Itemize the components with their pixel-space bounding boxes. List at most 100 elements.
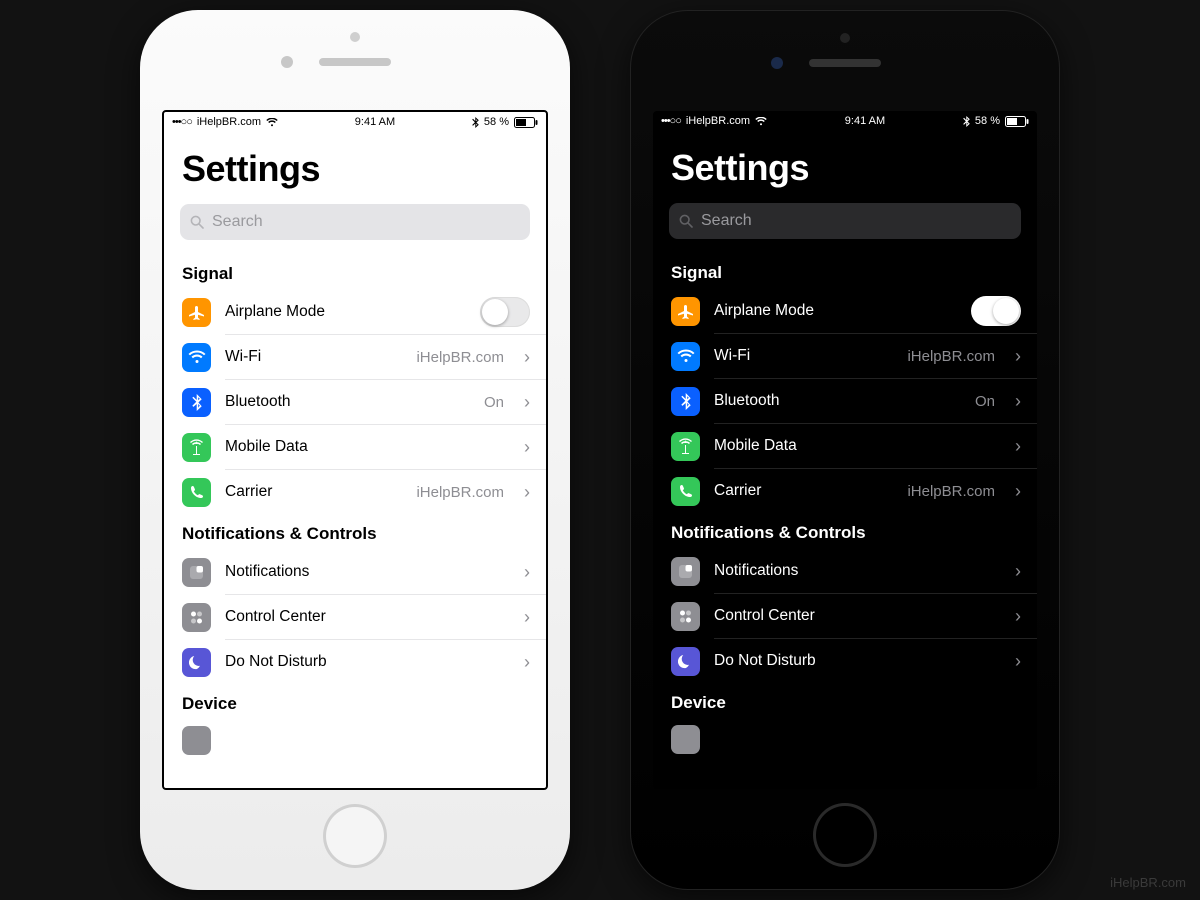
- row-label: Wi-Fi: [225, 348, 402, 366]
- battery-icon: [514, 117, 538, 128]
- moon-icon: [671, 647, 700, 676]
- row-label: Do Not Disturb: [225, 653, 504, 671]
- row-label: Carrier: [714, 482, 893, 500]
- row-label: Notifications: [225, 563, 504, 581]
- moon-icon: [182, 648, 211, 677]
- row-bluetooth[interactable]: BluetoothOn›: [653, 379, 1037, 423]
- bluetooth-status-icon: [963, 116, 970, 127]
- row-value: iHelpBR.com: [416, 484, 504, 501]
- row-control-center[interactable]: Control Center›: [164, 595, 546, 639]
- row-value: iHelpBR.com: [416, 349, 504, 366]
- row-carrier[interactable]: Carrier iHelpBR.com ›: [653, 469, 1037, 513]
- row-label: Airplane Mode: [225, 303, 466, 321]
- chevron-right-icon: ›: [1015, 606, 1021, 627]
- search-icon: [679, 214, 693, 228]
- phone-dark: •••○○ iHelpBR.com 9:41 AM 58 % Settings: [630, 10, 1060, 890]
- wifi-icon: [671, 342, 700, 371]
- chevron-right-icon: ›: [1015, 651, 1021, 672]
- chevron-right-icon: ›: [1015, 561, 1021, 582]
- toggle-knob: [482, 299, 508, 325]
- screen-dark: •••○○ iHelpBR.com 9:41 AM 58 % Settings: [653, 111, 1037, 789]
- row-do-not-disturb[interactable]: Do Not Disturb›: [164, 640, 546, 684]
- earpiece-speaker: [319, 58, 391, 66]
- row-label: Bluetooth: [225, 393, 470, 411]
- section-header-signal: Signal: [653, 253, 1037, 289]
- row-airplane-mode[interactable]: Airplane Mode: [164, 290, 546, 334]
- airplane-icon: [671, 297, 700, 326]
- row-notifications[interactable]: Notifications ›: [164, 550, 546, 594]
- row-wifi[interactable]: Wi-FiiHelpBR.com›: [653, 334, 1037, 378]
- search-icon: [190, 215, 204, 229]
- front-camera: [281, 56, 293, 68]
- search-input[interactable]: Search: [669, 203, 1021, 239]
- clock: 9:41 AM: [845, 115, 885, 127]
- notifications-icon: [671, 557, 700, 586]
- battery-pct: 58 %: [975, 115, 1000, 127]
- wifi-status-icon: [266, 118, 278, 127]
- row-label: Airplane Mode: [714, 302, 957, 320]
- chevron-right-icon: ›: [1015, 346, 1021, 367]
- section-header-signal: Signal: [164, 254, 546, 290]
- section-header-device: Device: [164, 684, 546, 720]
- battery-icon: [1005, 116, 1029, 127]
- settings-list-light: SignalAirplane ModeWi-FiiHelpBR.com›Blue…: [164, 254, 546, 755]
- control-center-icon: [182, 603, 211, 632]
- chevron-right-icon: ›: [524, 437, 530, 458]
- row-label: Do Not Disturb: [714, 652, 995, 670]
- cellular-icon: [182, 433, 211, 462]
- row-notifications[interactable]: Notifications›: [653, 549, 1037, 593]
- watermark: iHelpBR.com: [1110, 875, 1186, 890]
- signal-dots-icon: •••○○: [172, 116, 192, 128]
- home-button[interactable]: [323, 804, 387, 868]
- earpiece-speaker: [809, 59, 881, 67]
- signal-dots-icon: •••○○: [661, 115, 681, 127]
- row-do-not-disturb[interactable]: Do Not Disturb ›: [653, 639, 1037, 683]
- row-label: Mobile Data: [225, 438, 504, 456]
- chevron-right-icon: ›: [524, 392, 530, 413]
- row-label: Carrier: [225, 483, 402, 501]
- row-bluetooth[interactable]: Bluetooth On ›: [164, 380, 546, 424]
- toggle-airplane-mode[interactable]: [971, 296, 1021, 326]
- toggle-knob: [993, 298, 1019, 324]
- phone-light: •••○○ iHelpBR.com 9:41 AM 58 % Settings: [140, 10, 570, 890]
- row-value: On: [484, 394, 504, 411]
- cellular-icon: [671, 432, 700, 461]
- screen-light: •••○○ iHelpBR.com 9:41 AM 58 % Settings: [162, 110, 548, 790]
- row-value: iHelpBR.com: [907, 348, 995, 365]
- control-center-icon: [671, 602, 700, 631]
- wifi-status-icon: [755, 117, 767, 126]
- chevron-right-icon: ›: [1015, 436, 1021, 457]
- row-mobile-data[interactable]: Mobile Data›: [653, 424, 1037, 468]
- home-button[interactable]: [813, 803, 877, 867]
- row-control-center[interactable]: Control Center›: [653, 594, 1037, 638]
- row-mobile-data[interactable]: Mobile Data ›: [164, 425, 546, 469]
- status-bar: •••○○ iHelpBR.com 9:41 AM 58 %: [653, 111, 1037, 129]
- clock: 9:41 AM: [355, 116, 395, 128]
- battery-pct: 58 %: [484, 116, 509, 128]
- section-header-notifications-controls: Notifications & Controls: [164, 514, 546, 550]
- chevron-right-icon: ›: [1015, 481, 1021, 502]
- chevron-right-icon: ›: [1015, 391, 1021, 412]
- carrier-label: iHelpBR.com: [686, 115, 750, 127]
- bluetooth-icon: [671, 387, 700, 416]
- page-title: Settings: [653, 129, 1037, 203]
- search-placeholder: Search: [701, 212, 752, 230]
- phone-icon: [671, 477, 700, 506]
- section-header-device: Device: [653, 683, 1037, 719]
- row-label: Control Center: [225, 608, 504, 626]
- row-wifi[interactable]: Wi-Fi iHelpBR.com ›: [164, 335, 546, 379]
- airplane-icon: [182, 298, 211, 327]
- proximity-sensor: [840, 33, 850, 43]
- toggle-airplane-mode[interactable]: [480, 297, 530, 327]
- row-airplane-mode[interactable]: Airplane Mode: [653, 289, 1037, 333]
- status-bar: •••○○ iHelpBR.com 9:41 AM 58 %: [164, 112, 546, 130]
- device-row-cutoff: [671, 725, 700, 754]
- row-value: iHelpBR.com: [907, 483, 995, 500]
- device-row-cutoff: [182, 726, 211, 755]
- front-camera: [771, 57, 783, 69]
- chevron-right-icon: ›: [524, 562, 530, 583]
- section-header-notifications-controls: Notifications & Controls: [653, 513, 1037, 549]
- search-input[interactable]: Search: [180, 204, 530, 240]
- chevron-right-icon: ›: [524, 347, 530, 368]
- row-carrier[interactable]: CarrieriHelpBR.com›: [164, 470, 546, 514]
